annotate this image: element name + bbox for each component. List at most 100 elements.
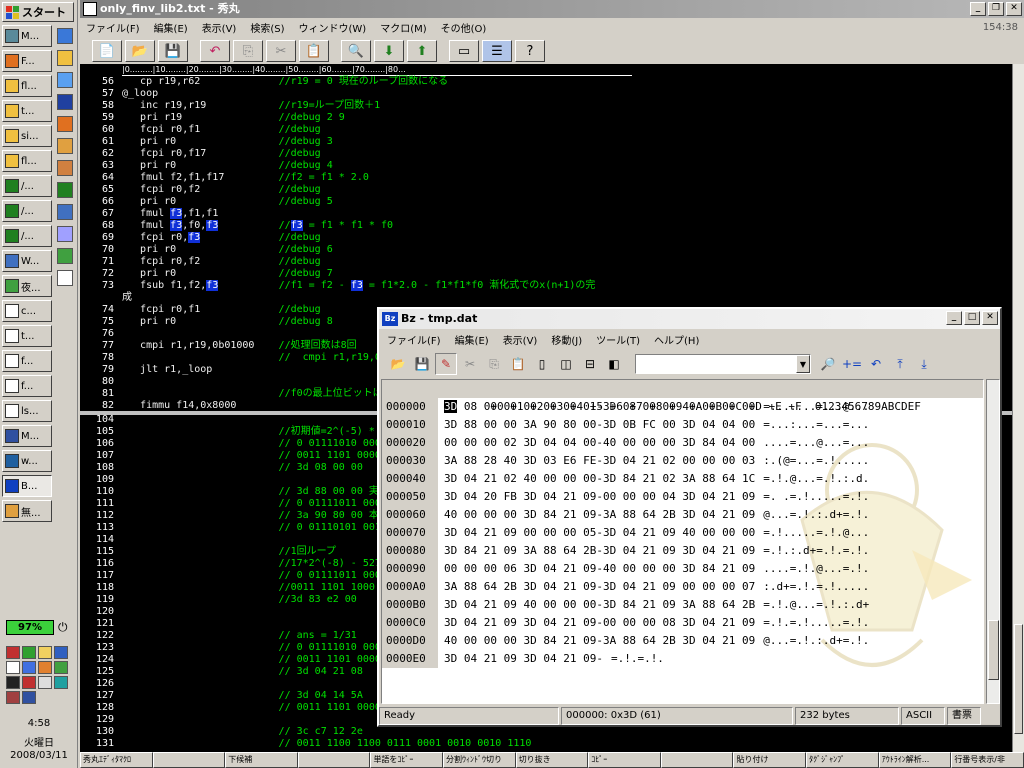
function-key-button[interactable]: ｱｳﾄﾗｲﾝ解析...: [878, 752, 952, 768]
tray-icon[interactable]: [54, 646, 68, 659]
cup-icon[interactable]: [57, 160, 73, 176]
terminal-icon[interactable]: [57, 182, 73, 198]
globe-icon[interactable]: [57, 72, 73, 88]
function-key-button[interactable]: 分割ｳｨﾝﾄﾞｳ切り: [443, 752, 516, 768]
menu-item[interactable]: 表示(V): [202, 20, 237, 35]
taskbar-task-button[interactable]: w...: [2, 450, 52, 472]
hex-view[interactable]: +0 +1 +2 +3 +4 +5 +6 +7 +8 +9 +A +B +C +…: [381, 379, 984, 704]
hex-row[interactable]: 0000C0 3D 04 21 09 3D 04 21 09-00 00 00 0…: [382, 614, 983, 632]
hex-bytes[interactable]: 40 00 00 00 3D 84 21 09-3A 88 64 2B 3D 0…: [444, 632, 755, 650]
hex-row[interactable]: 000030 3A 88 28 40 3D 03 E6 FE-3D 04 21 0…: [382, 452, 983, 470]
function-key-button[interactable]: [297, 752, 371, 768]
hex-bytes[interactable]: 3D 88 00 00 3A 90 80 00-3D 0B FC 00 3D 0…: [444, 416, 755, 434]
taskbar-task-button[interactable]: fl...: [2, 75, 52, 97]
chevron-down-icon[interactable]: ▼: [796, 355, 810, 373]
clock-time[interactable]: 4:58: [2, 718, 76, 729]
go-top-icon[interactable]: ⤒: [889, 353, 911, 375]
menu-item[interactable]: 検索(S): [250, 20, 284, 35]
taskbar-task-button[interactable]: /...: [2, 175, 52, 197]
cut-icon[interactable]: ✂: [266, 40, 296, 62]
hex-row[interactable]: 000050 3D 04 20 FB 3D 04 21 09-00 00 00 0…: [382, 488, 983, 506]
minimize-button[interactable]: _: [946, 311, 962, 325]
taskbar-task-button[interactable]: si...: [2, 125, 52, 147]
function-key-button[interactable]: [660, 752, 734, 768]
copy-icon[interactable]: ⎘: [233, 40, 263, 62]
code-line[interactable]: 70 pri r0 //debug 6: [80, 244, 1012, 256]
minimize-button[interactable]: _: [970, 2, 986, 16]
hex-row[interactable]: 000060 40 00 00 00 3D 84 21 09-3A 88 64 2…: [382, 506, 983, 524]
start-button[interactable]: スタート: [2, 2, 74, 22]
hex-bytes[interactable]: 3A 88 64 2B 3D 04 21 09-3D 04 21 09 00 0…: [444, 578, 755, 596]
bz-title-bar[interactable]: Bz Bz - tmp.dat _ □ ✕: [379, 309, 1000, 329]
menu-item[interactable]: ウィンドウ(W): [299, 20, 367, 35]
function-key-button[interactable]: 行番号表示/非: [951, 752, 1024, 768]
hex-bytes[interactable]: 40 00 00 00 3D 84 21 09-3A 88 64 2B 3D 0…: [444, 506, 755, 524]
tray-icon[interactable]: [22, 676, 36, 689]
cut-icon[interactable]: ✂: [459, 353, 481, 375]
code-line[interactable]: 57 @_loop: [80, 88, 1012, 100]
hex-bytes[interactable]: 00 00 00 02 3D 04 04 00-40 00 00 00 3D 8…: [444, 434, 755, 452]
code-line[interactable]: 60 fcpi r0,f1 //debug: [80, 124, 1012, 136]
search-icon[interactable]: 🔍: [341, 40, 371, 62]
hex-row[interactable]: 0000E0 3D 04 21 09 3D 04 21 09- =.!.=.!.: [382, 650, 983, 668]
tray-icon[interactable]: [6, 646, 20, 659]
tray-icon[interactable]: [38, 676, 52, 689]
hex-bytes[interactable]: 3D 04 21 09 3D 04 21 09-: [444, 650, 603, 668]
menu-item[interactable]: その他(O): [441, 20, 487, 35]
tray-icon[interactable]: [38, 661, 52, 674]
copy-icon[interactable]: ⎘: [483, 353, 505, 375]
hex-bytes[interactable]: 3D 04 20 FB 3D 04 21 09-00 00 00 04 3D 0…: [444, 488, 755, 506]
taskbar-task-button[interactable]: t...: [2, 100, 52, 122]
hex-bytes[interactable]: 3D 04 21 09 00 00 00 05-3D 04 21 09 40 0…: [444, 524, 755, 542]
tray-icon[interactable]: [22, 691, 36, 704]
tray-icon[interactable]: [54, 676, 68, 689]
code-line[interactable]: 66 pri r0 //debug 5: [80, 196, 1012, 208]
tray-icon[interactable]: [22, 661, 36, 674]
hex-bytes[interactable]: 3D 04 21 02 40 00 00 00-3D 84 21 02 3A 8…: [444, 470, 755, 488]
new-file-icon[interactable]: 📄: [92, 40, 122, 62]
bz-scrollbar[interactable]: [986, 379, 1000, 704]
hex-row[interactable]: 000010 3D 88 00 00 3A 90 80 00-3D 0B FC 0…: [382, 416, 983, 434]
menu-item[interactable]: 編集(E): [154, 20, 188, 35]
code-line[interactable]: 61 pri r0 //debug 3: [80, 136, 1012, 148]
paste-icon[interactable]: 📋: [299, 40, 329, 62]
taskbar-task-button[interactable]: fl...: [2, 150, 52, 172]
taskbar-task-button[interactable]: f...: [2, 375, 52, 397]
editor-scrollbar[interactable]: [1012, 64, 1024, 752]
code-line[interactable]: 65 fcpi r0,f2 //debug: [80, 184, 1012, 196]
tray-icon[interactable]: [38, 646, 52, 659]
find-icon[interactable]: 🔎: [817, 353, 839, 375]
quick-launch-icon[interactable]: [57, 28, 73, 44]
taskbar-task-button[interactable]: W...: [2, 250, 52, 272]
menu-item[interactable]: マクロ(M): [380, 20, 426, 35]
hex-bytes[interactable]: 00 00 00 06 3D 04 21 09-40 00 00 00 3D 8…: [444, 560, 755, 578]
tray-icon[interactable]: [54, 661, 68, 674]
taskbar-task-button[interactable]: /...: [2, 225, 52, 247]
hex-row[interactable]: 000080 3D 84 21 09 3A 88 64 2B-3D 04 21 0…: [382, 542, 983, 560]
menu-item[interactable]: 表示(V): [503, 332, 538, 347]
paste-icon[interactable]: 📋: [507, 353, 529, 375]
menu-item[interactable]: 編集(E): [455, 332, 489, 347]
maximize-button[interactable]: □: [964, 311, 980, 325]
address-combobox[interactable]: ▼: [635, 354, 811, 374]
help-icon[interactable]: ?: [515, 40, 545, 62]
menu-item[interactable]: ツール(T): [596, 332, 640, 347]
menu-item[interactable]: ファイル(F): [387, 332, 441, 347]
eye-icon[interactable]: [57, 248, 73, 264]
search-down-icon[interactable]: ⬇: [374, 40, 404, 62]
code-line[interactable]: 64 fmul f2,f1,f17 //f2 = f1 * 2.0: [80, 172, 1012, 184]
code-line[interactable]: 72 pri r0 //debug 7: [80, 268, 1012, 280]
taskbar-task-button[interactable]: F...: [2, 50, 52, 72]
open-folder-icon[interactable]: 📂: [125, 40, 155, 62]
function-key-button[interactable]: 貼り付け: [733, 752, 807, 768]
code-line[interactable]: 56 cp r19,r62 //r19 = 0 現在のループ回数になる: [80, 76, 1012, 88]
code-line[interactable]: 73 fsub f1,f2,f3 //f1 = f2 - f3 = f1*2.0…: [80, 280, 1012, 292]
hex-bytes[interactable]: 3D 04 21 09 40 00 00 00-3D 84 21 09 3A 8…: [444, 596, 755, 614]
open-icon[interactable]: 📂: [387, 353, 409, 375]
folder-icon[interactable]: [57, 50, 73, 66]
code-line[interactable]: 62 fcpi r0,f17 //debug: [80, 148, 1012, 160]
view-split-vertical-icon[interactable]: ◫: [555, 353, 577, 375]
jump-icon[interactable]: +=: [841, 353, 863, 375]
view-compare-icon[interactable]: ◧: [603, 353, 625, 375]
close-button[interactable]: ✕: [1006, 2, 1022, 16]
